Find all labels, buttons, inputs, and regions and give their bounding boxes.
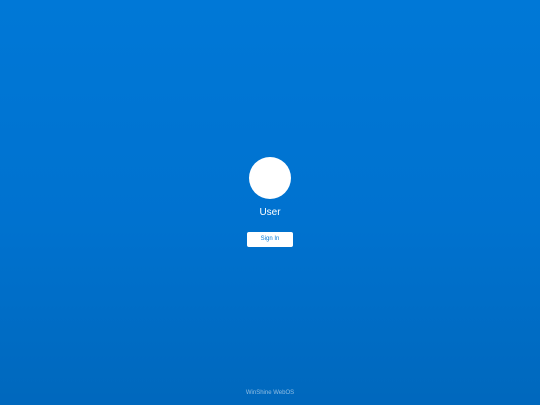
footer-brand-label: WinShine WebOS — [245, 390, 295, 396]
username-label: User — [259, 207, 281, 218]
login-screen: User Sign In WinShine WebOS — [0, 0, 540, 405]
sign-in-button[interactable]: Sign In — [247, 232, 293, 247]
user-avatar — [249, 157, 291, 199]
